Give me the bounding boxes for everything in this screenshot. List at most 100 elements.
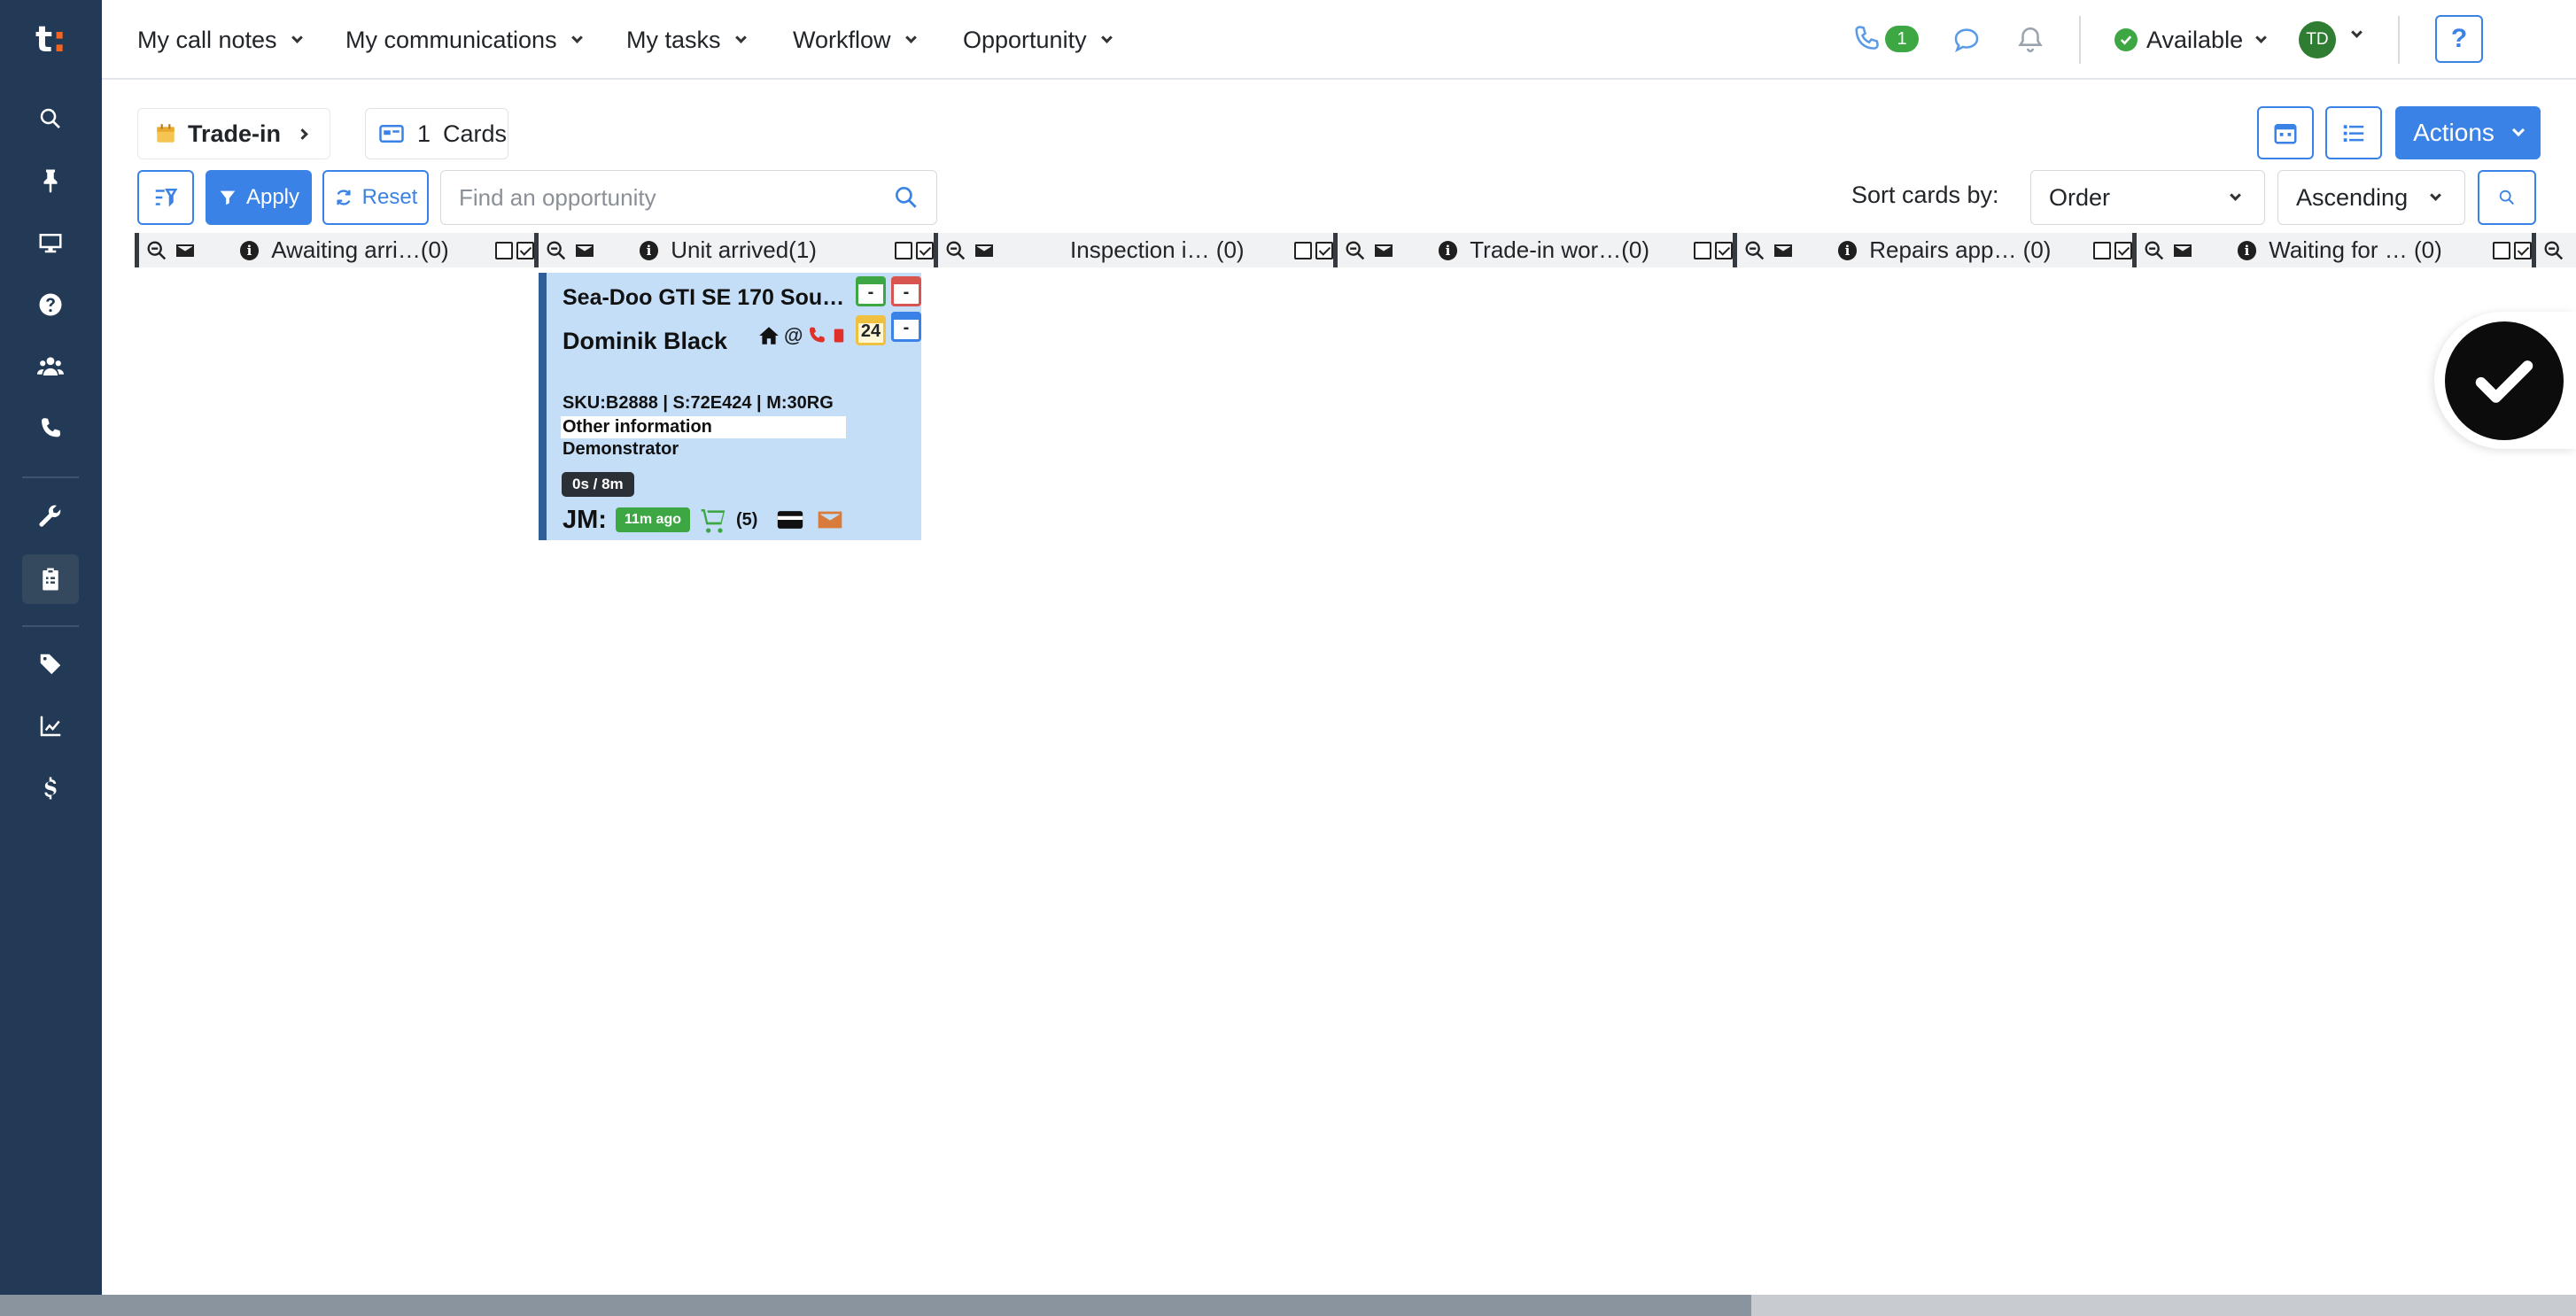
checkbox-checked-icon[interactable] [2514, 241, 2533, 259]
checkbox-checked-icon[interactable] [916, 241, 935, 259]
chevron-down-icon [1100, 31, 1113, 43]
info-icon[interactable]: i [1837, 240, 1858, 260]
checkbox-icon[interactable] [1294, 241, 1312, 259]
calendar-green-icon[interactable]: - [856, 276, 886, 306]
calendar-view-button[interactable] [2257, 106, 2314, 159]
call-count-badge: 1 [1885, 26, 1919, 52]
check-circle-icon [2114, 28, 2138, 51]
horizontal-scrollbar[interactable] [0, 1295, 2576, 1316]
sort-search-button[interactable] [2478, 170, 2536, 225]
envelope-icon[interactable] [1373, 240, 1394, 261]
zoom-out-icon[interactable] [1742, 238, 1767, 263]
sidebar-divider [22, 625, 79, 627]
monitor-icon[interactable] [22, 218, 79, 267]
checkbox-checked-icon[interactable] [516, 241, 535, 259]
chat-bubble-icon[interactable] [1949, 22, 1984, 58]
cards-label: Cards [443, 120, 508, 147]
chart-line-icon[interactable] [22, 701, 79, 751]
sort-order-select[interactable]: Ascending [2277, 170, 2465, 225]
customer-name[interactable]: Dominik Black [563, 328, 727, 355]
zoom-out-icon[interactable] [1343, 238, 1368, 263]
checkbox-icon[interactable] [495, 241, 514, 259]
checkbox-checked-icon[interactable] [1715, 241, 1734, 259]
zoom-out-icon[interactable] [544, 238, 569, 263]
phone-icon[interactable] [806, 325, 827, 346]
dollar-icon[interactable] [22, 763, 79, 813]
checkbox-checked-icon[interactable] [2114, 241, 2133, 259]
nav-my-communications[interactable]: My communications [345, 0, 583, 80]
checkbox-icon[interactable] [2493, 241, 2511, 259]
calendar-red-icon[interactable]: - [891, 276, 921, 306]
sort-field-value: Order [2049, 183, 2111, 211]
cart-icon[interactable] [699, 506, 727, 534]
help-circle-icon[interactable] [22, 280, 79, 329]
calls-indicator[interactable]: 1 [1851, 19, 1919, 58]
envelope-icon[interactable] [574, 240, 595, 261]
search-input[interactable] [441, 171, 884, 224]
zoom-out-icon[interactable] [2541, 238, 2566, 263]
wrench-icon[interactable] [22, 492, 79, 542]
zoom-out-icon[interactable] [2142, 238, 2167, 263]
breadcrumb[interactable]: Trade-in [137, 108, 330, 159]
card-footer: JM: 11m ago (5) [563, 505, 846, 535]
nav-my-call-notes[interactable]: My call notes [137, 0, 303, 80]
filter-settings-button[interactable] [137, 170, 194, 225]
opportunity-card[interactable]: Sea-Doo GTI SE 170 Soun… - - Dominik Bla… [539, 273, 921, 540]
nav-my-tasks[interactable]: My tasks [626, 0, 747, 80]
info-icon[interactable]: i [639, 240, 659, 260]
info-icon[interactable]: i [2237, 240, 2257, 260]
sort-field-select[interactable]: Order [2030, 170, 2265, 225]
checkbox-icon[interactable] [2093, 241, 2112, 259]
actions-label: Actions [2413, 119, 2495, 146]
search-icon[interactable] [22, 94, 79, 143]
email-at-icon[interactable]: @ [784, 324, 803, 347]
chevron-down-icon[interactable] [2351, 27, 2363, 38]
help-button[interactable]: ? [2435, 15, 2483, 63]
list-view-button[interactable] [2325, 106, 2382, 159]
calendar-blue-icon[interactable]: - [891, 312, 921, 342]
column-title: Repairs app… (0) [1869, 236, 2052, 263]
bell-icon[interactable] [2013, 22, 2048, 58]
phone-icon[interactable] [22, 404, 79, 453]
envelope-icon[interactable] [814, 506, 846, 534]
envelope-icon[interactable] [2172, 240, 2193, 261]
actions-button[interactable]: Actions [2395, 106, 2541, 159]
avatar[interactable]: TD [2299, 21, 2336, 58]
info-icon[interactable]: i [239, 240, 260, 260]
column-header [2532, 233, 2576, 267]
zoom-out-icon[interactable] [943, 238, 968, 263]
availability-dropdown[interactable]: Available [2114, 0, 2267, 80]
tag-icon[interactable] [22, 639, 79, 689]
floating-check-button[interactable] [2434, 312, 2576, 449]
opportunity-search [440, 170, 937, 225]
checkbox-icon[interactable] [1694, 241, 1712, 259]
chevron-down-icon [291, 31, 303, 43]
checkbox-checked-icon[interactable] [1315, 241, 1333, 259]
info-icon[interactable]: i [1438, 240, 1458, 260]
envelope-icon[interactable] [175, 240, 196, 261]
reset-label: Reset [361, 185, 418, 209]
mobile-icon[interactable] [831, 325, 847, 346]
pin-icon[interactable] [22, 156, 79, 205]
users-icon[interactable] [22, 342, 79, 391]
app-logo[interactable]: t: [0, 0, 102, 80]
clipboard-icon[interactable] [22, 554, 79, 604]
cards-counter: 1 Cards [365, 108, 508, 159]
calendar-yellow-icon[interactable]: 24 [856, 315, 886, 345]
card-title[interactable]: Sea-Doo GTI SE 170 Soun… [563, 285, 846, 311]
zoom-out-icon[interactable] [144, 238, 169, 263]
home-icon[interactable] [757, 324, 780, 347]
scrollbar-thumb[interactable] [0, 1295, 1752, 1316]
nav-workflow[interactable]: Workflow [793, 0, 917, 80]
chevron-down-icon [2511, 123, 2525, 137]
envelope-icon[interactable] [974, 240, 995, 261]
envelope-icon[interactable] [1773, 240, 1794, 261]
nav-opportunity[interactable]: Opportunity [963, 0, 1113, 80]
divider [2079, 16, 2081, 64]
credit-card-icon[interactable] [775, 505, 805, 535]
checkbox-icon[interactable] [895, 241, 913, 259]
sort-label: Sort cards by: [1851, 181, 1999, 208]
search-icon[interactable] [892, 183, 920, 212]
reset-button[interactable]: Reset [322, 170, 429, 225]
apply-button[interactable]: Apply [206, 170, 312, 225]
